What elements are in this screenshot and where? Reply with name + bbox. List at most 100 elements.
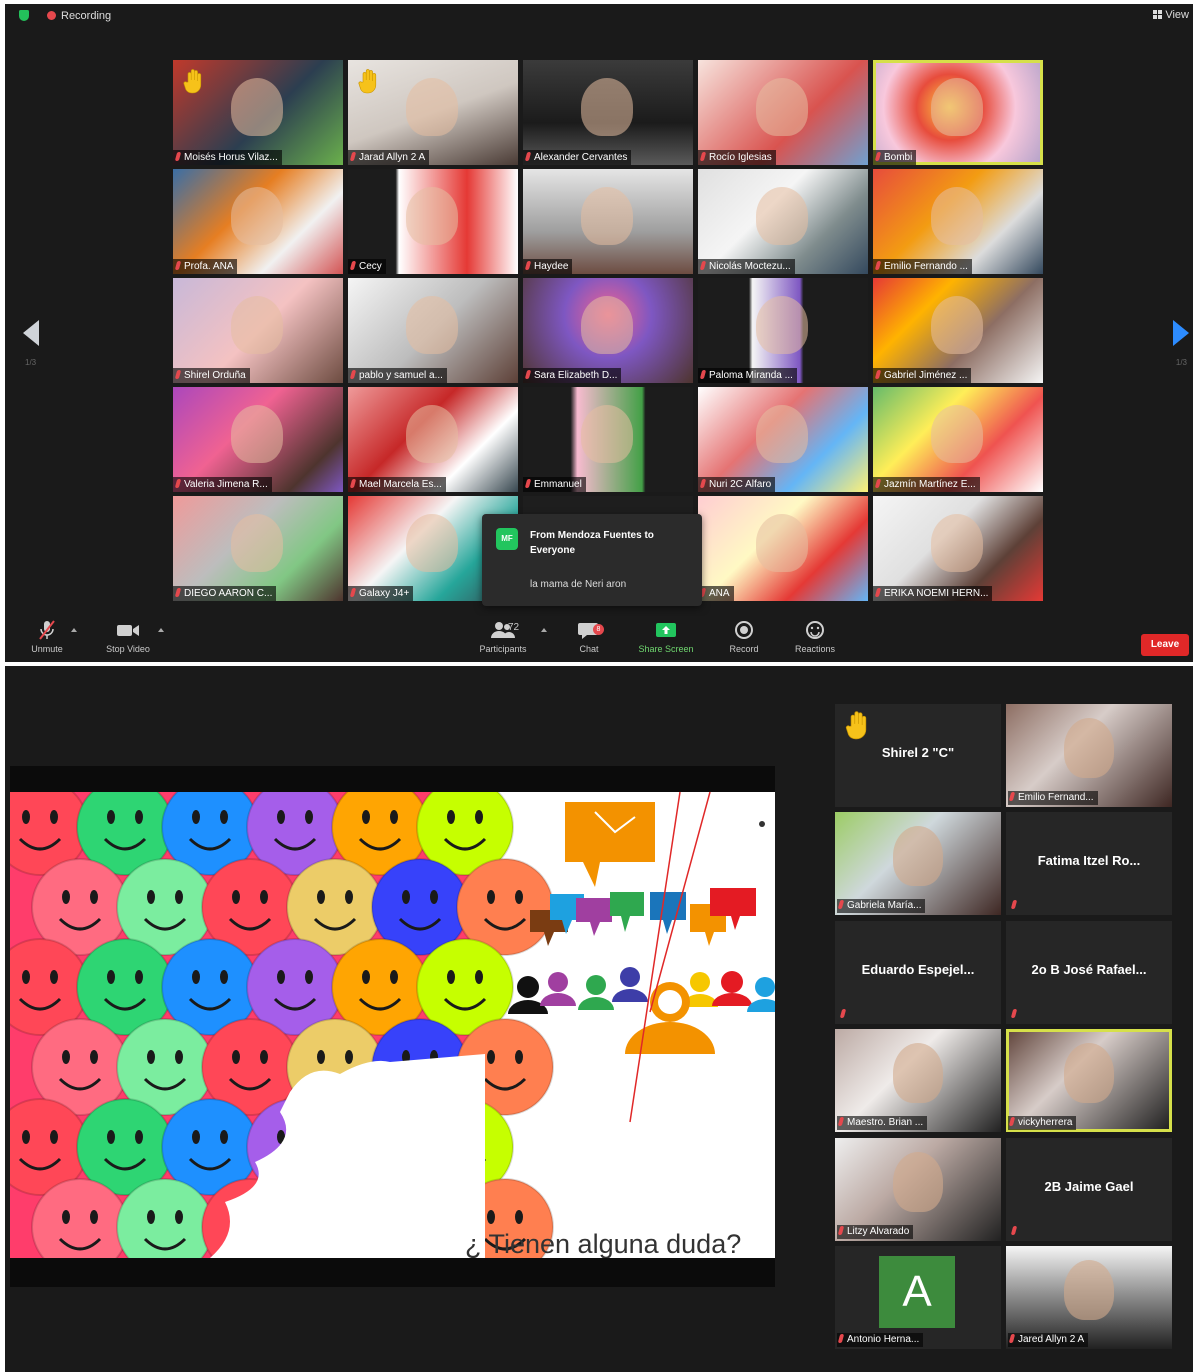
share-screen-icon [656,623,676,637]
side-participant-tile[interactable]: 2B Jaime Gael [1006,1138,1172,1241]
participant-video-tile[interactable]: Jazmín Martínez E... [873,387,1043,492]
muted-mic-icon [837,1226,845,1235]
participant-video-tile[interactable]: Alexander Cervantes [523,60,693,165]
side-participant-tile[interactable]: 2o B José Rafael... [1006,921,1172,1024]
side-participant-tile[interactable]: A Antonio Herna... [835,1246,1001,1349]
participant-video-tile[interactable]: Mael Marcela Es... [348,387,518,492]
participant-video-tile[interactable]: pablo y samuel a... [348,278,518,383]
participant-video-tile[interactable]: Shirel Orduña [173,278,343,383]
participant-name: Jared Allyn 2 A [1018,1334,1085,1345]
participant-video-feed [756,296,808,354]
smiley-icon [806,621,824,639]
muted-mic-icon [524,261,532,270]
participant-video-tile[interactable]: Sara Elizabeth D... [523,278,693,383]
muted-mic-icon [874,588,882,597]
record-button[interactable]: Record [704,620,784,654]
participant-name: vickyherrera [1018,1117,1073,1128]
participant-video-feed [231,296,283,354]
audio-options-caret-icon[interactable] [71,628,77,632]
participant-video-tile[interactable]: Nuri 2C Alfaro [698,387,868,492]
shield-icon[interactable] [19,10,29,21]
participant-name: Nicolás Moctezu... [709,261,791,272]
muted-mic-icon [874,261,882,270]
participant-video-tile[interactable]: Moisés Horus Vilaz... [173,60,343,165]
participant-video-tile[interactable]: Emilio Fernando ... [873,169,1043,274]
side-participant-tile[interactable]: vickyherrera [1006,1029,1172,1132]
participant-name-label: Antonio Herna... [837,1333,924,1347]
participant-name: Profa. ANA [184,261,234,272]
participant-video-tile[interactable]: Emmanuel [523,387,693,492]
participant-name: Shirel 2 "C" [881,745,955,760]
leave-button[interactable]: Leave [1141,634,1189,656]
participant-name-label: ANA [698,586,734,601]
participant-video-tile[interactable]: Cecy [348,169,518,274]
participant-video-tile[interactable]: Paloma Miranda ... [698,278,868,383]
participant-name-label: Maestro. Brian ... [837,1116,928,1130]
side-participant-tile[interactable]: Emilio Fernand... [1006,704,1172,807]
stop-video-button[interactable]: Stop Video [88,620,168,654]
participant-name: Emmanuel [534,479,582,490]
participant-video-feed [581,187,633,245]
participant-video-tile[interactable]: Nicolás Moctezu... [698,169,868,274]
muted-mic-icon [524,152,532,161]
participant-video-tile[interactable]: Jarad Allyn 2 A [348,60,518,165]
side-participant-tile[interactable]: Litzy Alvarado [835,1138,1001,1241]
reactions-button[interactable]: Reactions [775,620,855,654]
participant-name: Haydee [534,261,569,272]
side-participant-tile[interactable]: Shirel 2 "C" [835,704,1001,807]
recording-label: Recording [61,10,112,22]
muted-mic-icon [174,261,182,270]
raised-hand-icon [358,68,380,94]
participant-name-label: Galaxy J4+ [348,586,414,601]
participant-video-tile[interactable]: Valeria Jimena R... [173,387,343,492]
previous-page-arrow-icon[interactable] [23,320,39,346]
participant-video-tile[interactable]: ERIKA NOEMI HERN... [873,496,1043,601]
video-options-caret-icon[interactable] [158,628,164,632]
muted-mic-icon [174,479,182,488]
avatar: A [879,1256,955,1328]
side-participant-tile[interactable]: Eduardo Espejel... [835,921,1001,1024]
side-participant-tile[interactable]: Gabriela María... [835,812,1001,915]
participant-video-feed [581,405,633,463]
participant-name: Rocío Iglesias [709,152,772,163]
participant-name: Eduardo Espejel... [861,962,975,977]
page-indicator-left: 1/3 [25,358,37,367]
chat-notification[interactable]: MF From Mendoza Fuentes to Everyone la m… [482,514,702,606]
participant-name-label: Gabriela María... [837,899,926,913]
participant-video-tile[interactable]: Bombi [873,60,1043,165]
participant-video-tile[interactable]: ANA [698,496,868,601]
presentation-slide: ¿ Tienen alguna duda? [10,792,775,1258]
muted-mic-icon [349,261,357,270]
participant-name: Emilio Fernando ... [884,261,968,272]
participant-video-feed [931,296,983,354]
participant-name-label: Jared Allyn 2 A [1008,1333,1089,1347]
participant-name: Moisés Horus Vilaz... [184,152,278,163]
share-screen-label: Share Screen [638,644,694,654]
side-participant-tile[interactable]: Maestro. Brian ... [835,1029,1001,1132]
recording-icon [47,11,56,20]
participant-video-tile[interactable]: Rocío Iglesias [698,60,868,165]
share-screen-button[interactable]: Share Screen [626,620,706,654]
view-button[interactable]: View [1153,9,1189,21]
participant-video-tile[interactable]: Profa. ANA [173,169,343,274]
chat-button[interactable]: 8 Chat [549,620,629,654]
muted-microphone-icon [39,620,55,640]
reactions-label: Reactions [794,644,836,654]
video-camera-icon [117,625,139,636]
participants-button[interactable]: 72 Participants [463,620,543,654]
participant-video-tile[interactable]: Gabriel Jiménez ... [873,278,1043,383]
participant-video-tile[interactable]: Haydee [523,169,693,274]
muted-mic-icon [349,588,357,597]
next-page-arrow-icon[interactable] [1173,320,1189,346]
side-participant-tile[interactable]: Fatima Itzel Ro... [1006,812,1172,915]
muted-mic-icon [1008,792,1016,801]
participants-caret-icon[interactable] [541,628,547,632]
unmute-button[interactable]: Unmute [7,620,87,654]
participant-video-feed [231,78,283,136]
side-participant-tile[interactable]: Jared Allyn 2 A [1006,1246,1172,1349]
participant-name-label: Jazmín Martínez E... [873,477,980,492]
participant-video-tile[interactable]: DIEGO AARON C... [173,496,343,601]
participant-video-feed [756,514,808,572]
participant-name: Jarad Allyn 2 A [359,152,426,163]
muted-mic-icon [174,588,182,597]
